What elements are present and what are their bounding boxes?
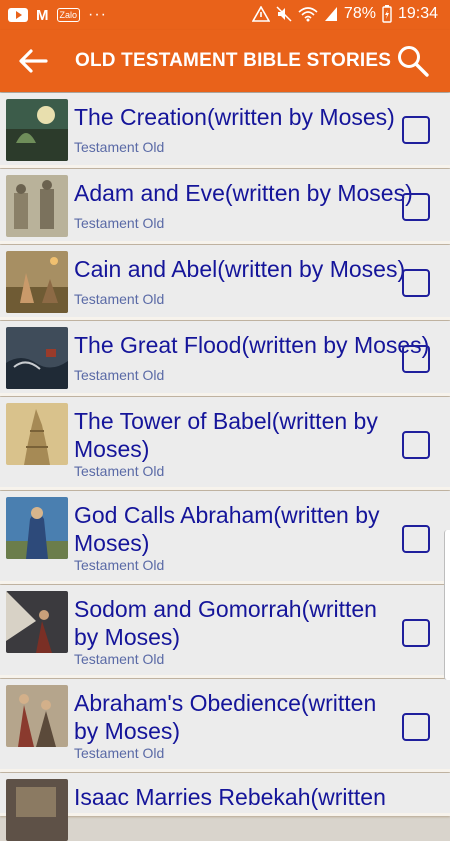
favorite-checkbox[interactable] <box>402 345 430 373</box>
list-item[interactable]: The Creation(written by Moses) Testament… <box>0 93 450 168</box>
story-title: Abraham's Obedience(written by Moses) <box>74 690 377 744</box>
favorite-checkbox[interactable] <box>402 431 430 459</box>
story-subtitle: Testament Old <box>74 367 165 383</box>
story-title: God Calls Abraham(written by Moses) <box>74 502 380 556</box>
favorite-checkbox[interactable] <box>402 713 430 741</box>
list-item[interactable]: Adam and Eve(written by Moses) Testament… <box>0 169 450 244</box>
wifi-icon <box>298 7 318 22</box>
status-right: 78% 19:34 <box>251 5 438 23</box>
list-item[interactable]: Cain and Abel(written by Moses) Testamen… <box>0 245 450 320</box>
story-thumbnail <box>6 685 68 747</box>
favorite-checkbox[interactable] <box>402 116 430 144</box>
list-item[interactable]: Isaac Marries Rebekah(written <box>0 773 450 841</box>
story-title: The Great Flood(written by Moses) <box>74 332 430 358</box>
story-subtitle: Testament Old <box>74 215 165 231</box>
story-thumbnail <box>6 497 68 559</box>
story-subtitle: Testament Old <box>74 651 165 667</box>
list-item[interactable]: The Tower of Babel(written by Moses) Tes… <box>0 397 450 490</box>
gmail-icon: M <box>36 6 49 24</box>
story-title: Adam and Eve(written by Moses) <box>74 180 413 206</box>
list-item[interactable]: God Calls Abraham(written by Moses) Test… <box>0 491 450 584</box>
story-title: The Creation(written by Moses) <box>74 104 395 130</box>
app-bar: OLD TESTAMENT BIBLE STORIES <box>0 30 450 92</box>
favorite-checkbox[interactable] <box>402 619 430 647</box>
story-thumbnail <box>6 327 68 389</box>
clock: 19:34 <box>397 5 438 22</box>
list-item[interactable]: Abraham's Obedience(written by Moses) Te… <box>0 679 450 772</box>
battery-percent: 78% <box>343 5 376 22</box>
scrollbar-thumb[interactable] <box>444 530 450 680</box>
story-subtitle: Testament Old <box>74 745 165 761</box>
story-thumbnail <box>6 403 68 465</box>
more-dots-icon: ··· <box>88 6 107 23</box>
status-left: M Zalo ··· <box>8 6 107 24</box>
story-subtitle: Testament Old <box>74 463 165 479</box>
story-title: The Tower of Babel(written by Moses) <box>74 408 378 462</box>
story-subtitle: Testament Old <box>74 139 165 155</box>
battery-icon <box>382 5 392 23</box>
favorite-checkbox[interactable] <box>402 269 430 297</box>
signal-icon <box>324 7 337 21</box>
alert-icon <box>251 6 270 22</box>
story-subtitle: Testament Old <box>74 557 165 573</box>
story-thumbnail <box>6 175 68 237</box>
zalo-icon: Zalo <box>56 8 81 22</box>
status-bar: M Zalo ··· 78% 19:34 <box>0 0 450 30</box>
story-thumbnail <box>6 591 68 653</box>
search-icon[interactable] <box>396 44 430 78</box>
story-title: Cain and Abel(written by Moses) <box>74 256 406 282</box>
story-subtitle: Testament Old <box>74 291 165 307</box>
story-title: Sodom and Gomorrah(written by Moses) <box>74 596 377 650</box>
story-thumbnail <box>6 779 68 841</box>
story-thumbnail <box>6 251 68 313</box>
mute-icon <box>276 6 292 22</box>
story-thumbnail <box>6 99 68 161</box>
list-item[interactable]: The Great Flood(written by Moses) Testam… <box>0 321 450 396</box>
back-arrow-icon[interactable] <box>16 46 50 76</box>
favorite-checkbox[interactable] <box>402 193 430 221</box>
list-item[interactable]: Sodom and Gomorrah(written by Moses) Tes… <box>0 585 450 678</box>
favorite-checkbox[interactable] <box>402 525 430 553</box>
story-title: Isaac Marries Rebekah(written <box>74 784 386 810</box>
youtube-icon <box>8 8 28 22</box>
page-title: OLD TESTAMENT BIBLE STORIES <box>75 50 392 71</box>
